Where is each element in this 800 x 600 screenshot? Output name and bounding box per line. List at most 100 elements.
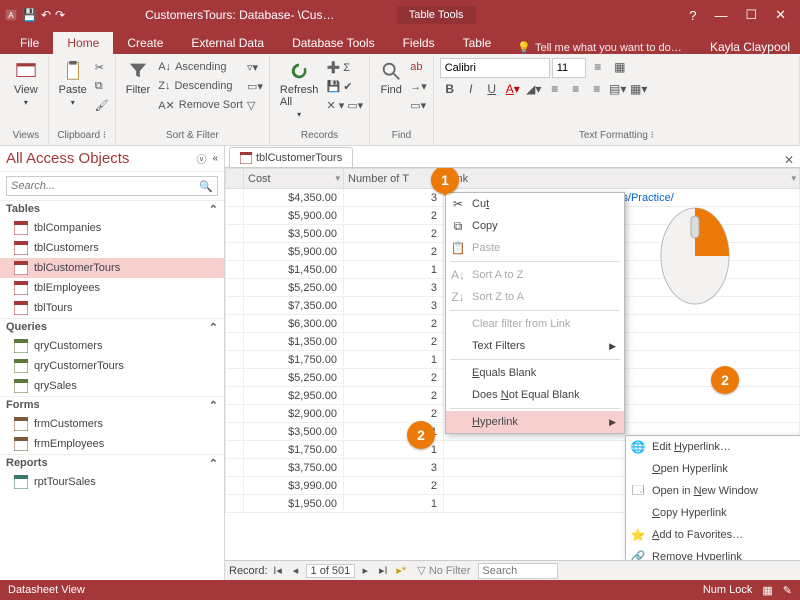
cell-number[interactable]: 2 (344, 207, 444, 225)
cell-cost[interactable]: $2,900.00 (244, 405, 344, 423)
tab-close-icon[interactable]: ✕ (784, 153, 800, 167)
cell-number[interactable]: 2 (344, 387, 444, 405)
col-number[interactable]: Number of T▾ (344, 169, 444, 189)
advanced-button[interactable]: ▭▾ (247, 77, 263, 95)
tab-fields[interactable]: Fields (389, 32, 449, 54)
cell-number[interactable]: 2 (344, 405, 444, 423)
recnav-first[interactable]: I◂ (270, 564, 286, 577)
qat-save-icon[interactable]: 💾 (22, 8, 37, 22)
cell-cost[interactable]: $5,900.00 (244, 207, 344, 225)
gridlines-icon[interactable]: ▦ (610, 58, 630, 76)
col-cost[interactable]: Cost▾ (244, 169, 344, 189)
row-selector[interactable] (226, 297, 244, 315)
cell-number[interactable]: 3 (344, 459, 444, 477)
row-selector[interactable] (226, 261, 244, 279)
nav-item[interactable]: qrySales (0, 376, 224, 396)
align-right-button[interactable]: ≡ (587, 80, 607, 98)
remove-sort-button[interactable]: A✕ Remove Sort (158, 96, 243, 114)
sub-open-new-window[interactable]: 🗔Open in New Window (626, 480, 800, 502)
cell-number[interactable]: 3 (344, 279, 444, 297)
nav-dropdown-icon[interactable]: ⓥ (196, 151, 206, 166)
nav-section-queries[interactable]: Queries⌃ (0, 318, 224, 336)
row-selector-header[interactable] (226, 169, 244, 189)
help-icon[interactable]: ? (689, 8, 696, 23)
row-selector[interactable] (226, 405, 244, 423)
sub-copy-hyperlink[interactable]: Copy Hyperlink (626, 502, 800, 524)
row-selector[interactable] (226, 189, 244, 207)
recnav-prev[interactable]: ◂ (288, 564, 304, 577)
row-selector[interactable] (226, 279, 244, 297)
ctx-equals-blank[interactable]: Equals Blank (446, 362, 624, 384)
cell-number[interactable]: 2 (344, 477, 444, 495)
row-selector[interactable] (226, 369, 244, 387)
nav-section-forms[interactable]: Forms⌃ (0, 396, 224, 414)
nav-collapse-icon[interactable]: « (212, 153, 218, 164)
cell-cost[interactable]: $4,350.00 (244, 189, 344, 207)
cell-cost[interactable]: $5,900.00 (244, 243, 344, 261)
cut-button[interactable]: ✂ (95, 58, 109, 76)
sub-remove-hyperlink[interactable]: 🔗Remove Hyperlink (626, 546, 800, 560)
cell-cost[interactable]: $1,450.00 (244, 261, 344, 279)
delete-button[interactable]: ✕ ▾ ▭▾ (326, 96, 363, 114)
cell-number[interactable]: 1 (344, 495, 444, 513)
refresh-all-button[interactable]: Refresh All▾ (276, 58, 323, 121)
cell-number[interactable]: 3 (344, 189, 444, 207)
sub-open-hyperlink[interactable]: Open Hyperlink (626, 458, 800, 480)
replace-button[interactable]: ab (410, 58, 427, 76)
view-design-icon[interactable]: ✎ (783, 584, 792, 597)
minimize-icon[interactable]: — (714, 8, 727, 23)
cell-cost[interactable]: $1,750.00 (244, 351, 344, 369)
sort-asc-button[interactable]: A↓ Ascending (158, 58, 243, 76)
cell-cost[interactable]: $3,500.00 (244, 225, 344, 243)
sort-desc-button[interactable]: Z↓ Descending (158, 77, 243, 95)
font-size-select[interactable] (552, 58, 586, 78)
cell-cost[interactable]: $3,990.00 (244, 477, 344, 495)
cell-cost[interactable]: $3,500.00 (244, 423, 344, 441)
cell-cost[interactable]: $3,750.00 (244, 459, 344, 477)
row-selector[interactable] (226, 441, 244, 459)
cell-number[interactable]: 2 (344, 333, 444, 351)
toggle-filter-button[interactable]: ▽ (247, 96, 263, 114)
recnav-new[interactable]: ▸* (393, 564, 409, 577)
recnav-next[interactable]: ▸ (357, 564, 373, 577)
cell-number[interactable]: 3 (344, 297, 444, 315)
nav-item[interactable]: frmCustomers (0, 414, 224, 434)
cell-number[interactable]: 1 (344, 261, 444, 279)
row-shading-icon[interactable]: ≡ (588, 58, 608, 76)
row-selector[interactable] (226, 207, 244, 225)
new-record-button[interactable]: ➕ Σ (326, 58, 363, 76)
cell-number[interactable]: 2 (344, 369, 444, 387)
italic-button[interactable]: I (461, 80, 481, 98)
cell-cost[interactable]: $6,300.00 (244, 315, 344, 333)
select-button[interactable]: ▭▾ (410, 96, 427, 114)
tab-create[interactable]: Create (113, 32, 177, 54)
sub-edit-hyperlink[interactable]: 🌐Edit Hyperlink… (626, 436, 800, 458)
view-datasheet-icon[interactable]: ▦ (762, 584, 772, 597)
nav-item[interactable]: tblCompanies (0, 218, 224, 238)
recnav-search[interactable] (478, 563, 558, 579)
cell-number[interactable]: 2 (344, 243, 444, 261)
nav-item[interactable]: qryCustomerTours (0, 356, 224, 376)
cell-cost[interactable]: $1,750.00 (244, 441, 344, 459)
row-selector[interactable] (226, 423, 244, 441)
cell-cost[interactable]: $1,950.00 (244, 495, 344, 513)
nav-search-input[interactable] (11, 180, 199, 192)
alt-row-button[interactable]: ▤▾ (608, 80, 628, 98)
bold-button[interactable]: B (440, 80, 460, 98)
cell-cost[interactable]: $5,250.00 (244, 369, 344, 387)
recnav-last[interactable]: ▸I (375, 564, 391, 577)
format-painter-button[interactable]: 🖌 (95, 96, 109, 114)
nav-item[interactable]: rptTourSales (0, 472, 224, 492)
close-icon[interactable]: ✕ (775, 7, 786, 23)
tell-me-box[interactable]: 💡 Tell me what you want to do… (517, 41, 681, 54)
qat-redo-icon[interactable]: ↷ (55, 8, 65, 22)
cell-number[interactable]: 2 (344, 315, 444, 333)
user-name[interactable]: Kayla Claypool (710, 40, 800, 54)
nav-item[interactable]: tblTours (0, 298, 224, 318)
ctx-text-filters[interactable]: Text Filters▶ (446, 335, 624, 357)
underline-button[interactable]: U (482, 80, 502, 98)
nav-item[interactable]: tblCustomers (0, 238, 224, 258)
object-tab[interactable]: tblCustomerTours (229, 147, 353, 167)
filter-button[interactable]: Filter (122, 58, 154, 98)
ctx-copy[interactable]: ⧉Copy (446, 215, 624, 237)
